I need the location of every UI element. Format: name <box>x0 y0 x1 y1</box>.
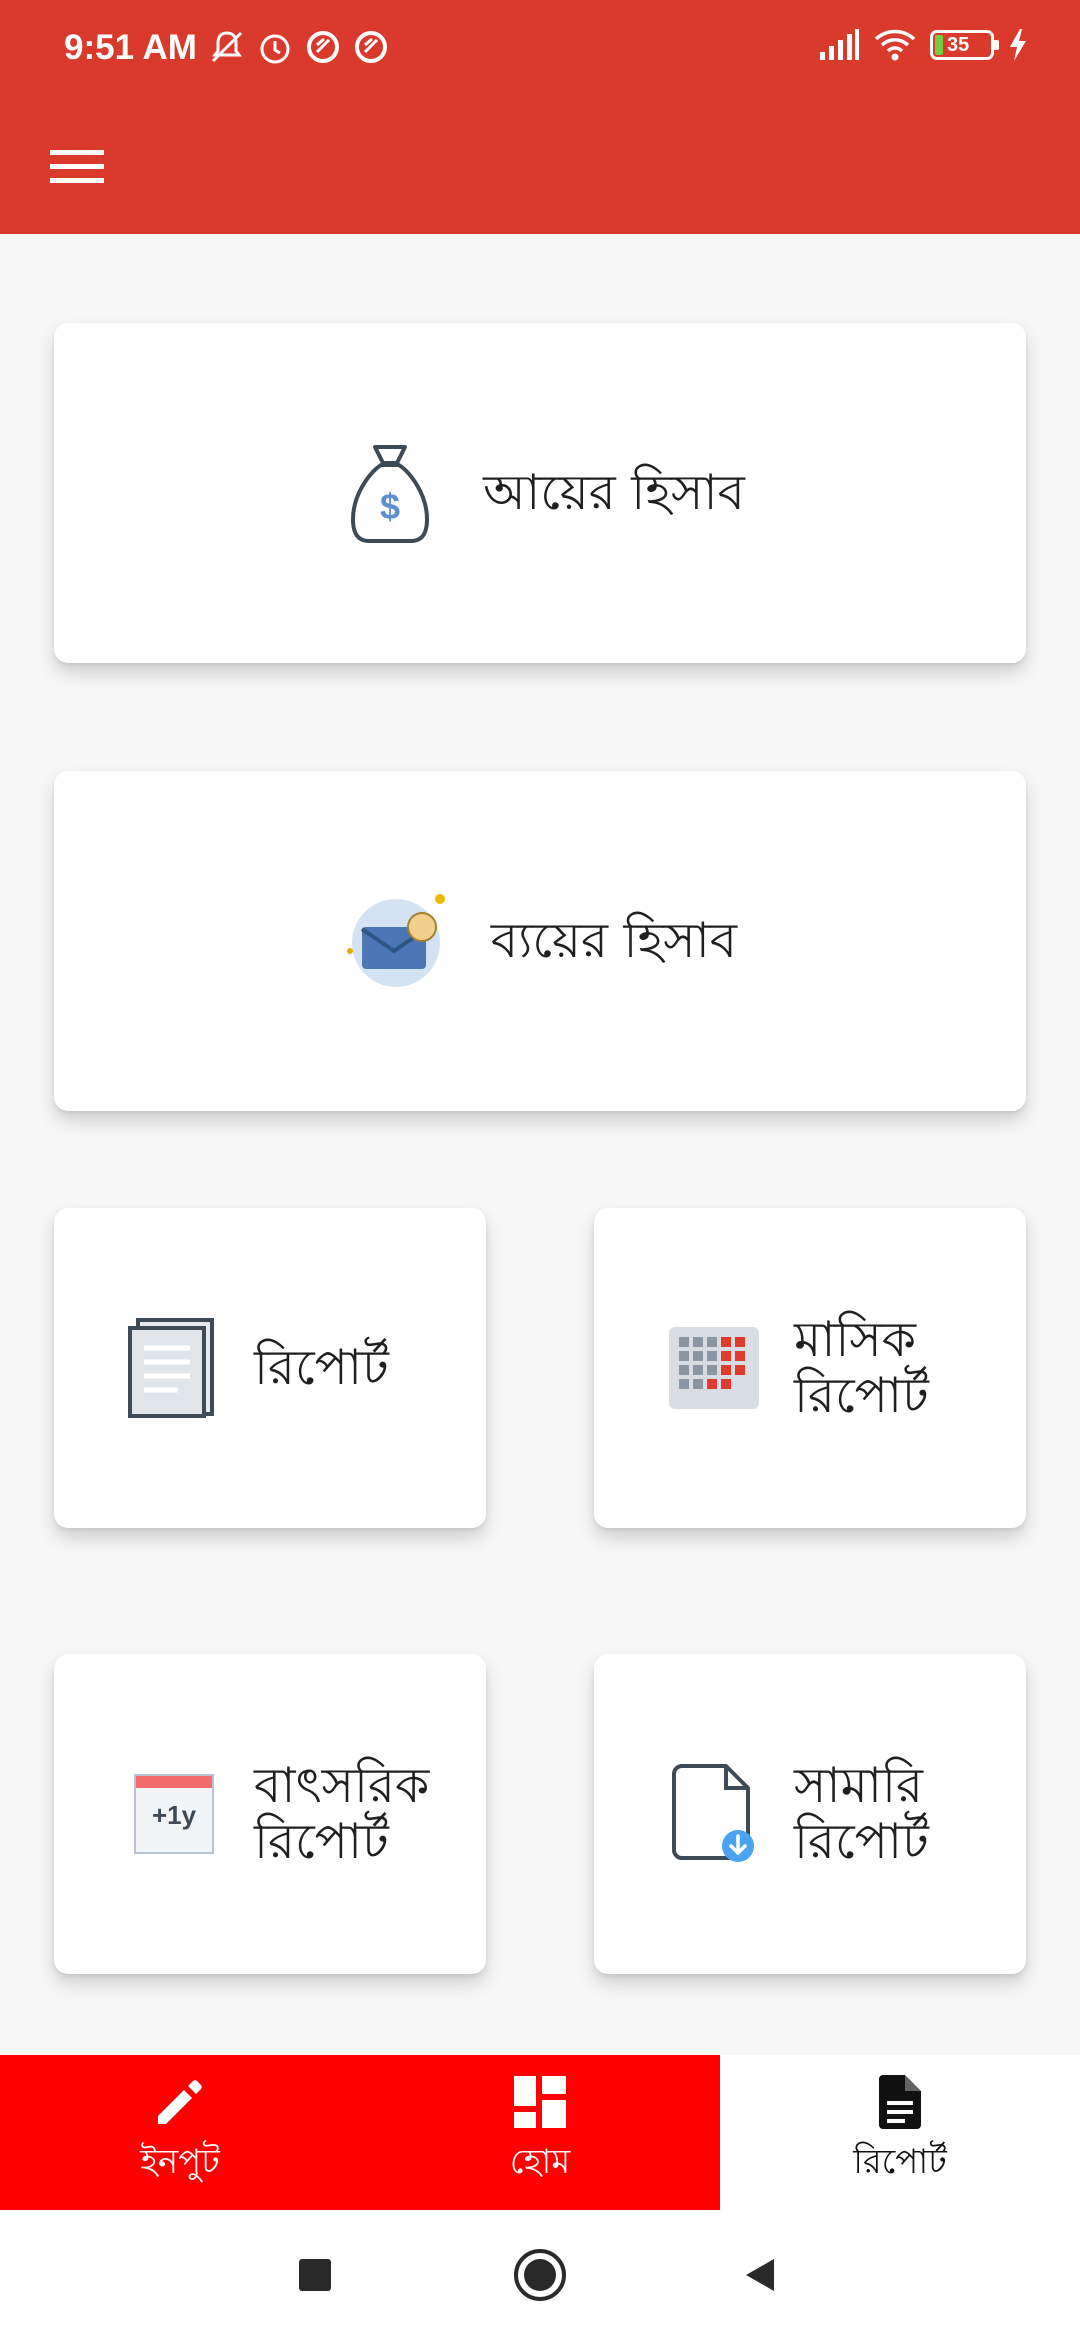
status-right-icons: 35 <box>818 28 1028 62</box>
system-navigation-bar <box>0 2210 1080 2340</box>
money-bag-icon: $ <box>335 438 445 548</box>
menu-button[interactable] <box>40 130 114 204</box>
envelope-icon <box>343 886 453 996</box>
status-bar: 9:51 AM 35 <box>0 0 1080 98</box>
app-icon <box>307 31 339 63</box>
svg-text:$: $ <box>380 486 400 527</box>
dashboard-icon <box>510 2072 570 2132</box>
report-label: রিপোর্ট <box>254 1339 389 1396</box>
nav-report-label: রিপোর্ট <box>853 2142 947 2182</box>
hamburger-menu-icon <box>50 150 104 183</box>
app-icon <box>355 31 387 63</box>
pencil-icon <box>150 2072 210 2132</box>
alarm-icon <box>260 34 290 64</box>
report-file-icon <box>870 2072 930 2132</box>
home-button[interactable] <box>510 2245 570 2305</box>
nav-input-label: ইনপুট <box>140 2142 220 2182</box>
nav-home[interactable]: হোম <box>360 2055 720 2210</box>
battery-icon: 35 <box>930 30 999 60</box>
battery-level: 35 <box>947 34 970 56</box>
summary-report-card[interactable]: সামারি রিপোর্ট <box>594 1654 1026 1974</box>
report-card[interactable]: রিপোর্ট <box>54 1208 486 1528</box>
file-download-icon <box>664 1764 764 1864</box>
wifi-icon <box>874 29 916 61</box>
charging-icon <box>1010 29 1026 61</box>
income-label: আয়ের হিসাব <box>483 464 745 521</box>
mute-icon <box>211 31 243 63</box>
signal-icon <box>820 29 859 60</box>
nav-input[interactable]: ইনপুট <box>0 2055 360 2210</box>
app-bar <box>0 98 1080 234</box>
expense-card[interactable]: ব্যয়ের হিসাব <box>54 771 1026 1111</box>
summary-report-label: সামারি রিপোর্ট <box>794 1757 929 1870</box>
bottom-navigation: ইনপুট হোম রিপোর্ট <box>0 2055 1080 2210</box>
recents-square-icon <box>299 2259 331 2291</box>
monthly-report-card[interactable]: মাসিক রিপোর্ট <box>594 1208 1026 1528</box>
calendar-year-icon: +1y <box>124 1764 224 1864</box>
nav-report[interactable]: রিপোর্ট <box>720 2055 1080 2210</box>
back-button[interactable] <box>730 2245 790 2305</box>
calendar-grid-icon <box>664 1318 764 1418</box>
expense-label: ব্যয়ের হিসাব <box>490 912 738 969</box>
yearly-report-card[interactable]: +1y বাৎসরিক রিপোর্ট <box>54 1654 486 1974</box>
income-card[interactable]: $ আয়ের হিসাব <box>54 323 1026 663</box>
home-circle-icon <box>514 2249 566 2301</box>
status-time: 9:51 AM <box>64 28 197 67</box>
yearly-report-label: বাৎসরিক রিপোর্ট <box>254 1757 430 1870</box>
nav-home-label: হোম <box>509 2142 571 2182</box>
yearly-badge: +1y <box>151 1800 197 1830</box>
status-left-icons <box>208 28 390 66</box>
document-icon <box>124 1318 224 1418</box>
recents-button[interactable] <box>285 2245 345 2305</box>
back-triangle-icon <box>746 2259 774 2291</box>
monthly-report-label: মাসিক রিপোর্ট <box>794 1311 929 1424</box>
